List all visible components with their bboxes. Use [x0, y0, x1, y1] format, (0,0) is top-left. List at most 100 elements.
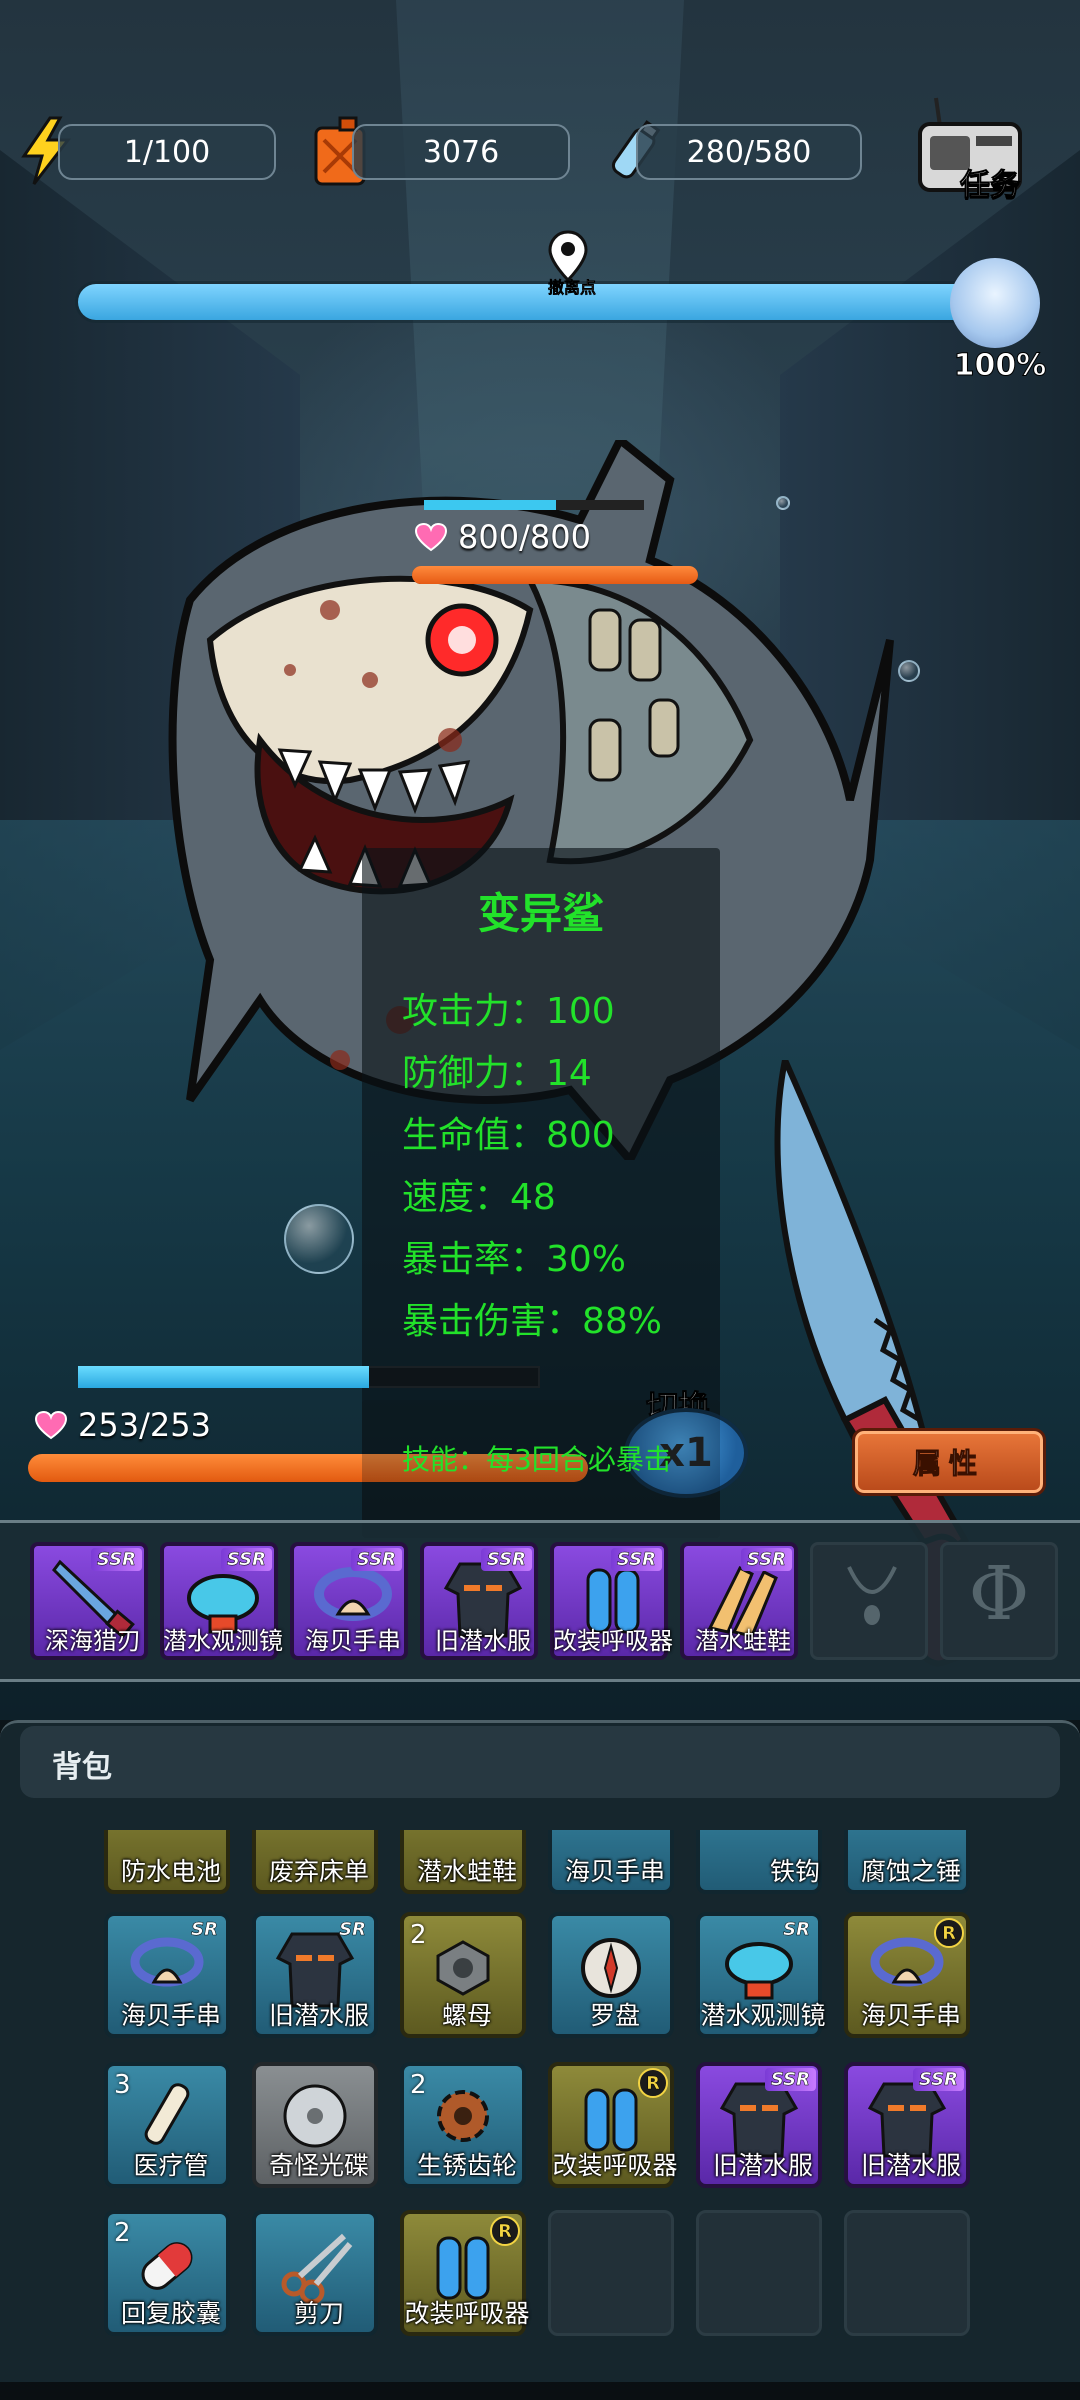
- item-label: 旧潜水服: [712, 2151, 813, 2180]
- backpack-item[interactable]: R 改装呼吸器: [548, 2062, 678, 2188]
- item-label: 医疗管: [133, 2151, 209, 2180]
- item-label: 改装呼吸器: [404, 2299, 530, 2328]
- backpack-row-0: 防水电池 废弃床单 潜水蛙鞋 海贝手串 铁钩 腐蚀之锤: [0, 1830, 1080, 1894]
- heart-icon: [414, 522, 448, 552]
- backpack-item[interactable]: 海贝手串: [548, 1830, 674, 1894]
- fuel-value: 3076: [422, 134, 500, 170]
- equipment-slot-phi-empty[interactable]: Φ: [940, 1542, 1058, 1660]
- item-label: 海贝手串: [120, 2001, 221, 2030]
- equipment-slot-necklace-empty[interactable]: [810, 1542, 928, 1660]
- player-hp-text: 253/253: [78, 1406, 211, 1444]
- route-progress-bar: [78, 284, 978, 320]
- backpack-item[interactable]: SR 潜水观测镜: [696, 1912, 826, 2038]
- rarity-badge: R: [638, 2068, 668, 2098]
- item-label: 奇怪光碟: [268, 2151, 369, 2180]
- item-label: 旧潜水服: [268, 2001, 369, 2030]
- backpack-header: [20, 1726, 1060, 1798]
- item-label: 防水电池: [120, 1857, 221, 1886]
- phi-slot-icon: Φ: [968, 1551, 1030, 1637]
- enemy-shield-fill: [424, 500, 556, 510]
- backpack-item[interactable]: 铁钩: [696, 1830, 822, 1894]
- player-avatar: [950, 258, 1040, 348]
- bottom-edge: [0, 2382, 1080, 2400]
- backpack-item[interactable]: 2 回复胶囊: [104, 2210, 230, 2336]
- equipment-label: 深海猎刃: [45, 1627, 141, 1655]
- item-label: 生锈齿轮: [416, 2151, 517, 2180]
- stat-crit-rate: 暴击率：30%: [402, 1239, 627, 1280]
- stat-attack: 攻击力：100: [402, 991, 615, 1032]
- backpack-item[interactable]: 2 生锈齿轮: [400, 2062, 526, 2188]
- rarity-badge: SSR: [220, 1548, 272, 1571]
- backpack-item[interactable]: 腐蚀之锤: [844, 1830, 970, 1894]
- equipment-label: 改装呼吸器: [553, 1627, 673, 1655]
- attributes-button[interactable]: 属性: [852, 1428, 1046, 1496]
- rarity-badge: SSR: [90, 1548, 142, 1571]
- item-count: 2: [114, 2218, 131, 2248]
- equipment-label: 潜水蛙鞋: [695, 1627, 791, 1655]
- rarity-badge: SSR: [610, 1548, 662, 1571]
- backpack-item[interactable]: R 海贝手串: [844, 1912, 970, 2038]
- backpack-item[interactable]: 2 螺母: [400, 1912, 526, 2038]
- rarity-badge: SSR: [912, 2068, 964, 2091]
- item-label: 罗盘: [589, 2001, 640, 2030]
- item-count: 3: [114, 2070, 131, 2100]
- stat-speed: 速度：48: [402, 1177, 556, 1218]
- item-label: 铁钩: [769, 1857, 820, 1886]
- rarity-badge: SR: [339, 1919, 366, 1941]
- item-label: 改装呼吸器: [552, 2151, 678, 2180]
- backpack-empty-slot[interactable]: [844, 2210, 970, 2336]
- bubble: [898, 660, 920, 682]
- item-label: 海贝手串: [860, 2001, 961, 2030]
- equipment-slot-breather[interactable]: SSR 改装呼吸器: [550, 1542, 673, 1660]
- equipment-slot-flippers[interactable]: SSR 潜水蛙鞋: [680, 1542, 798, 1660]
- equipment-label: 潜水观测镜: [163, 1627, 283, 1655]
- water-counter: 280/580: [636, 124, 862, 180]
- backpack-item[interactable]: 潜水蛙鞋: [400, 1830, 526, 1894]
- item-label: 海贝手串: [564, 1857, 665, 1886]
- backpack-item[interactable]: SR 海贝手串: [104, 1912, 230, 2038]
- item-label: 剪刀: [293, 2299, 344, 2328]
- rarity-badge: SR: [783, 1919, 810, 1941]
- backpack-title: 背包: [52, 1750, 112, 1785]
- item-label: 回复胶囊: [120, 2299, 221, 2328]
- backpack-item[interactable]: 罗盘: [548, 1912, 674, 2038]
- item-label: 废弃床单: [268, 1857, 369, 1886]
- item-label: 腐蚀之锤: [860, 1857, 961, 1886]
- backpack-item[interactable]: 废弃床单: [252, 1830, 378, 1894]
- rarity-badge: R: [490, 2216, 520, 2246]
- backpack-item[interactable]: 3 医疗管: [104, 2062, 230, 2188]
- backpack-empty-slot[interactable]: [696, 2210, 822, 2336]
- equipment-slot-wetsuit[interactable]: SSR 旧潜水服: [420, 1542, 538, 1660]
- enemy-hp-text: 800/800: [458, 518, 591, 556]
- player-shield-fill: [78, 1366, 370, 1388]
- item-label: 旧潜水服: [860, 2151, 961, 2180]
- stat-crit-damage: 暴击伤害：88%: [402, 1301, 663, 1342]
- item-label: 潜水蛙鞋: [416, 1857, 517, 1886]
- rarity-badge: SR: [191, 1919, 218, 1941]
- water-value: 280/580: [686, 134, 812, 170]
- equipment-slot-goggles[interactable]: SSR 潜水观测镜: [160, 1542, 283, 1660]
- equipment-slot-knife[interactable]: SSR 深海猎刃: [30, 1542, 148, 1660]
- energy-counter: 1/100: [58, 124, 276, 180]
- enemy-name: 变异鲨: [477, 889, 604, 938]
- backpack-item[interactable]: 奇怪光碟: [252, 2062, 378, 2188]
- stat-hp: 生命值：800: [402, 1115, 615, 1156]
- equipment-slot-bracelet[interactable]: SSR 海贝手串: [290, 1542, 408, 1660]
- task-label[interactable]: 任务: [960, 160, 1021, 204]
- backpack-item[interactable]: SSR 旧潜水服: [844, 2062, 970, 2188]
- necklace-slot-icon: [847, 1566, 897, 1625]
- backpack-item[interactable]: 防水电池: [104, 1830, 230, 1894]
- backpack-item[interactable]: SSR 旧潜水服: [696, 2062, 822, 2188]
- fuel-counter: 3076: [352, 124, 570, 180]
- backpack-empty-slot[interactable]: [548, 2210, 674, 2336]
- bubble: [776, 496, 790, 510]
- evacuation-point-label: 撤离点: [547, 278, 597, 298]
- progress-percent: 100%: [953, 348, 1047, 384]
- backpack-item[interactable]: SR 旧潜水服: [252, 1912, 378, 2038]
- attributes-button-label: 属性: [912, 1447, 985, 1481]
- backpack-item[interactable]: R 改装呼吸器: [400, 2210, 530, 2336]
- rarity-badge: SSR: [350, 1548, 402, 1571]
- rarity-badge: SSR: [480, 1548, 532, 1571]
- backpack-item[interactable]: 剪刀: [252, 2210, 378, 2336]
- energy-value: 1/100: [123, 134, 211, 170]
